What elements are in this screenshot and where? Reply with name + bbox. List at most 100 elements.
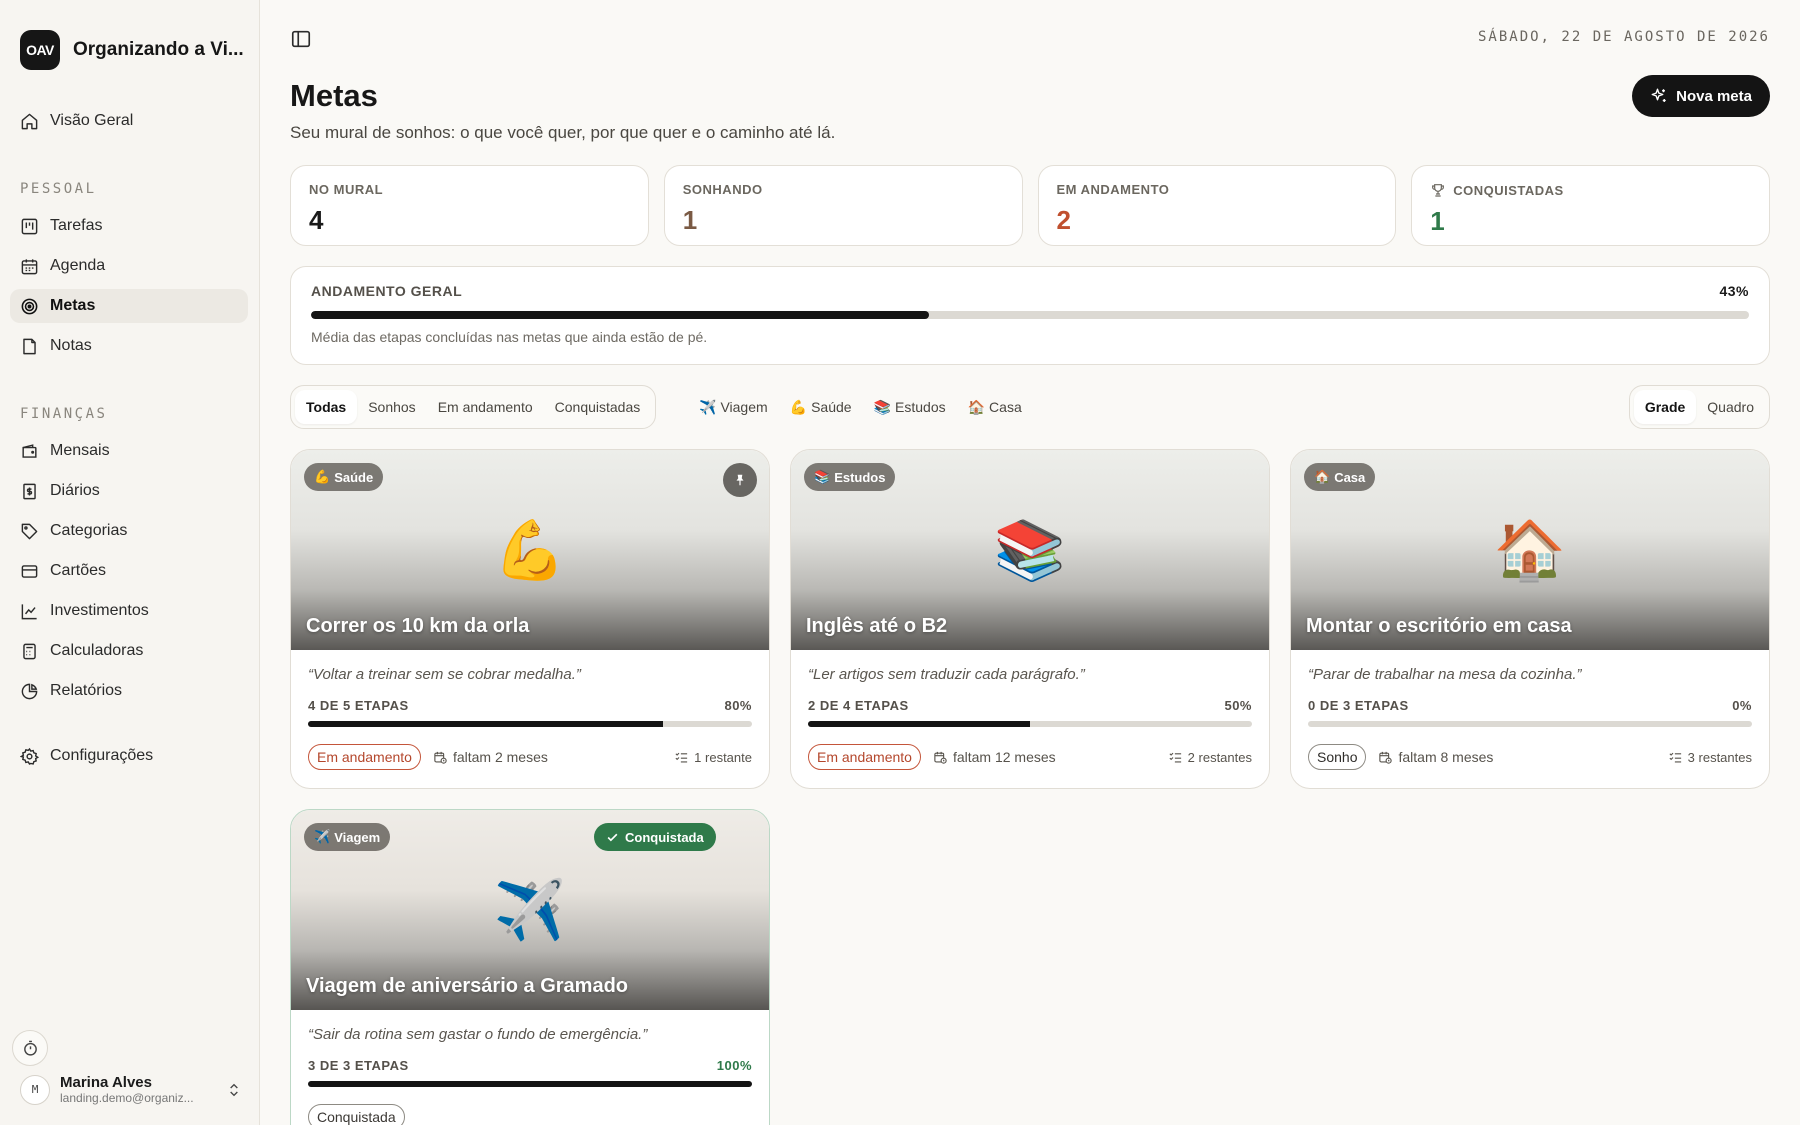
checklist-icon xyxy=(1169,752,1181,762)
sidebar-item-label: Configurações xyxy=(50,747,154,764)
category-emoji: 🏠 xyxy=(1314,469,1331,484)
line-chart-icon xyxy=(21,603,37,619)
sidebar-item-label: Categorias xyxy=(50,522,128,539)
brand-logo: OAV xyxy=(20,30,60,70)
goal-emoji: 💪 xyxy=(493,518,567,583)
receipt-icon xyxy=(23,483,36,499)
category-filter-casa[interactable]: 🏠 Casa xyxy=(962,399,1028,416)
stats-row: NO MURAL 4 SONHANDO 1 EM ANDAMENTO 2 CON… xyxy=(290,165,1770,246)
goal-emoji: 📚 xyxy=(993,518,1067,583)
sidebar-item-label: Visão Geral xyxy=(50,112,134,129)
sidebar-item-overview[interactable]: Visão Geral xyxy=(10,104,248,138)
goal-steps: 2 DE 4 ETAPAS xyxy=(808,698,909,713)
category-label: Viagem xyxy=(334,829,381,845)
sidebar-item-label: Cartões xyxy=(50,562,107,579)
goal-due: faltam 8 meses xyxy=(1378,749,1493,765)
sidebar-item-calculadoras[interactable]: Calculadoras xyxy=(10,634,248,668)
sidebar-item-categorias[interactable]: Categorias xyxy=(10,514,248,548)
sidebar-item-relatorios[interactable]: Relatórios xyxy=(10,674,248,708)
goal-body: “Sair da rotina sem gastar o fundo de em… xyxy=(291,1010,769,1125)
new-goal-button[interactable]: Nova meta xyxy=(1632,75,1770,117)
category-filter-saude[interactable]: 💪 Saúde xyxy=(784,399,858,416)
user-name: Marina Alves xyxy=(60,1074,152,1091)
category-label: Casa xyxy=(989,399,1022,415)
user-email: landing.demo@organiz... xyxy=(60,1091,194,1105)
view-grid[interactable]: Grade xyxy=(1633,390,1697,424)
overall-progress-bar xyxy=(311,311,1749,319)
stat-value: 1 xyxy=(682,205,698,235)
goal-steps-row: 0 DE 3 ETAPAS 0% xyxy=(1308,698,1752,713)
category-emoji: 📚 xyxy=(873,398,892,415)
section-personal: PESSOAL xyxy=(20,181,97,197)
goal-steps: 3 DE 3 ETAPAS xyxy=(308,1058,409,1073)
checklist-icon xyxy=(675,752,688,762)
sidebar-toggle-icon[interactable] xyxy=(290,28,312,50)
calendar-icon xyxy=(21,258,38,274)
goal-remaining-text: 3 restantes xyxy=(1687,749,1752,765)
stat-label-row: CONQUISTADAS xyxy=(1430,182,1751,198)
status-badge: Conquistada xyxy=(308,1104,405,1125)
new-goal-label: Nova meta xyxy=(1676,87,1752,105)
sidebar-item-diarios[interactable]: Diários xyxy=(10,474,248,508)
pin-button[interactable] xyxy=(723,463,757,497)
goal-emoji: 🏠 xyxy=(1493,518,1567,583)
nav-personal: Tarefas Agenda Metas Notas xyxy=(10,209,248,369)
goal-card[interactable]: 💪 Saúde 💪 Correr os 10 km da orla “Volta… xyxy=(290,449,770,789)
view-board[interactable]: Quadro xyxy=(1696,390,1765,424)
sidebar-item-investimentos[interactable]: Investimentos xyxy=(10,594,248,628)
goal-emoji: ✈️ xyxy=(493,878,567,943)
overall-progress-note: Média das etapas concluídas nas metas qu… xyxy=(311,329,708,345)
stat-label: CONQUISTADAS xyxy=(1453,182,1564,198)
stat-label: NO MURAL xyxy=(309,182,384,197)
goal-due-text: faltam 8 meses xyxy=(1398,749,1494,765)
note-icon xyxy=(23,338,36,354)
category-emoji: ✈️ xyxy=(314,829,331,844)
goal-remaining-text: 2 restantes xyxy=(1187,749,1252,765)
sidebar-item-label: Notas xyxy=(50,337,92,354)
goal-progress-bar xyxy=(808,721,1252,727)
filter-all[interactable]: Todas xyxy=(295,390,358,424)
goal-card[interactable]: ✈️ Viagem Conquistada ✈️ Viagem de anive… xyxy=(290,809,770,1125)
category-label: Casa xyxy=(1334,469,1366,485)
sidebar-item-cartoes[interactable]: Cartões xyxy=(10,554,248,588)
calendar-clock-icon xyxy=(934,751,947,764)
goal-meta: Sonho faltam 8 meses 3 restantes xyxy=(1308,744,1752,770)
category-emoji: 💪 xyxy=(314,469,331,484)
category-filter-viagem[interactable]: ✈️ Viagem xyxy=(693,399,774,416)
goal-meta: Em andamento faltam 12 meses 2 restantes xyxy=(808,744,1252,770)
page-title: Metas xyxy=(290,78,378,113)
timer-button[interactable] xyxy=(12,1030,48,1066)
trophy-icon xyxy=(1432,184,1445,197)
goal-meta: Conquistada xyxy=(308,1104,752,1125)
brand[interactable]: OAV Organizando a Vi... xyxy=(20,30,244,70)
user-menu[interactable]: M Marina Alves landing.demo@organiz... xyxy=(20,1074,242,1105)
goal-card[interactable]: 🏠 Casa 🏠 Montar o escritório em casa “Pa… xyxy=(1290,449,1770,789)
goal-title: Inglês até o B2 xyxy=(806,615,948,637)
sidebar-item-label: Investimentos xyxy=(50,602,149,619)
sidebar-item-metas[interactable]: Metas xyxy=(10,289,248,323)
nav-main: Visão Geral xyxy=(10,104,248,144)
filter-dreams[interactable]: Sonhos xyxy=(357,390,426,424)
main-content: SÁBADO, 22 DE AGOSTO DE 2026 Metas Seu m… xyxy=(260,0,1800,1125)
goal-percent: 80% xyxy=(724,698,752,713)
filter-achieved[interactable]: Conquistadas xyxy=(544,390,652,424)
section-finance: FINANÇAS xyxy=(20,406,108,422)
goal-title: Correr os 10 km da orla xyxy=(306,615,530,637)
goal-percent: 0% xyxy=(1732,698,1752,713)
goal-body: “Ler artigos sem traduzir cada parágrafo… xyxy=(791,650,1269,770)
sidebar-item-tarefas[interactable]: Tarefas xyxy=(10,209,248,243)
achieved-badge-label: Conquistada xyxy=(625,829,704,845)
category-filter-estudos[interactable]: 📚 Estudos xyxy=(868,399,952,416)
sidebar-item-agenda[interactable]: Agenda xyxy=(10,249,248,283)
category-label: Saúde xyxy=(334,469,374,485)
filter-in-progress[interactable]: Em andamento xyxy=(427,390,544,424)
check-icon xyxy=(607,833,618,841)
sidebar-item-mensais[interactable]: Mensais xyxy=(10,434,248,468)
goal-card[interactable]: 📚 Estudos 📚 Inglês até o B2 “Ler artigos… xyxy=(790,449,1270,789)
sidebar-item-configuracoes[interactable]: Configurações xyxy=(10,739,248,773)
goal-progress-fill xyxy=(308,1081,752,1087)
goal-progress-bar xyxy=(308,721,752,727)
sidebar-item-notas[interactable]: Notas xyxy=(10,329,248,363)
status-badge: Sonho xyxy=(1308,744,1367,770)
goal-progress-bar xyxy=(1308,721,1752,727)
